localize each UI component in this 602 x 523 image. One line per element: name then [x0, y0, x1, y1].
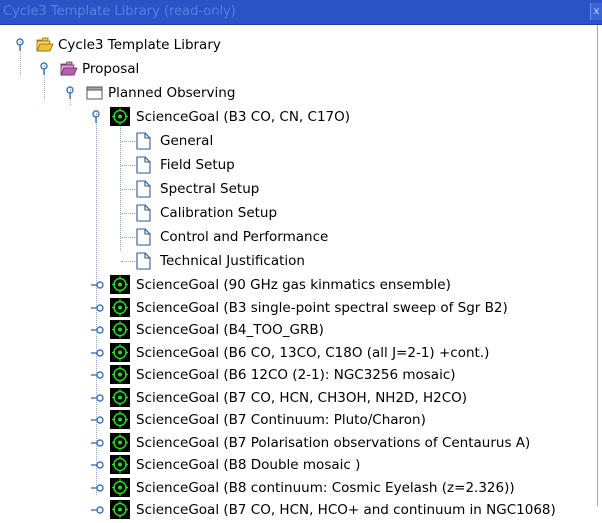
tree-collapsed-handle-icon[interactable]: [90, 323, 104, 337]
tree-node-science-goal[interactable]: ScienceGoal (B7 Polarisation observation…: [0, 431, 602, 455]
tree-node-label: ScienceGoal (B7 Polarisation observation…: [136, 434, 531, 451]
tree-node-page[interactable]: General: [0, 129, 602, 153]
tree-node-planned-observing[interactable]: Planned Observing: [0, 81, 602, 105]
tree-node-page[interactable]: Technical Justification: [0, 249, 602, 273]
tree-node-page[interactable]: Calibration Setup: [0, 201, 602, 225]
proposal-folder-icon: [60, 61, 78, 80]
tree-collapsed-handle-icon[interactable]: [90, 436, 104, 450]
tree-node-science-goal[interactable]: ScienceGoal (B8 continuum: Cosmic Eyelas…: [0, 476, 602, 500]
tree-expanded-handle-icon[interactable]: [13, 38, 27, 52]
tree-node-science-goal[interactable]: ScienceGoal (B8 Double mosaic ): [0, 453, 602, 477]
science-goal-icon: [110, 500, 130, 523]
tree-node-label: ScienceGoal (90 GHz gas kinmatics ensemb…: [136, 277, 451, 293]
tree-connector: [121, 141, 135, 142]
tree-expanded-handle-icon[interactable]: [63, 86, 77, 100]
tree-node-proposal[interactable]: Proposal: [0, 57, 602, 81]
tree-node-page[interactable]: Spectral Setup: [0, 177, 602, 201]
tree-expanded-handle-icon[interactable]: [37, 62, 51, 76]
template-tree[interactable]: Cycle3 Template Library Proposal Planned…: [0, 25, 602, 519]
tree-connector: [121, 213, 135, 214]
tree-node-label: Control and Performance: [160, 229, 329, 245]
tree-node-label: Spectral Setup: [160, 181, 260, 197]
document-icon: [136, 252, 151, 274]
tree-expanded-handle-icon[interactable]: [89, 110, 103, 124]
tree-node-label: ScienceGoal (B3 CO, CN, C17O): [136, 109, 351, 125]
tree-connector: [121, 237, 135, 238]
document-icon: [136, 228, 151, 250]
tree-node-label: ScienceGoal (B4_TOO_GRB): [136, 322, 324, 338]
open-folder-icon: [86, 85, 104, 104]
scrollbar-edge[interactable]: [597, 25, 602, 506]
tree-connector: [121, 261, 135, 262]
tree-node-label: Calibration Setup: [160, 205, 278, 221]
tree-collapsed-handle-icon[interactable]: [90, 301, 104, 315]
tree-node-label: Field Setup: [160, 157, 235, 173]
document-icon: [136, 156, 151, 178]
tree-collapsed-handle-icon[interactable]: [90, 413, 104, 427]
tree-collapsed-handle-icon[interactable]: [90, 481, 104, 495]
tree-node-root[interactable]: Cycle3 Template Library: [0, 33, 602, 57]
document-icon: [136, 204, 151, 226]
title-bar[interactable]: Cycle3 Template Library (read-only) x: [0, 0, 602, 25]
tree-connector: [121, 189, 135, 190]
tree-node-science-goal[interactable]: ScienceGoal (B4_TOO_GRB): [0, 318, 602, 342]
open-folder-icon: [36, 37, 54, 56]
window-title: Cycle3 Template Library (read-only): [3, 4, 236, 19]
tree-node-label: ScienceGoal (B7 CO, HCN, CH3OH, NH2D, H2…: [136, 389, 468, 406]
tree-collapsed-handle-icon[interactable]: [90, 503, 104, 517]
tree-collapsed-handle-icon[interactable]: [90, 368, 104, 382]
tree-node-label: General: [160, 133, 214, 149]
tree-node-label: ScienceGoal (B6 12CO (2-1): NGC3256 mosa…: [136, 367, 456, 383]
close-button[interactable]: x: [590, 3, 602, 20]
tree-node-label: Proposal: [82, 61, 140, 77]
tree-node-science-goal[interactable]: ScienceGoal (90 GHz gas kinmatics ensemb…: [0, 273, 602, 297]
tree-node-science-goal-expanded[interactable]: ScienceGoal (B3 CO, CN, C17O): [0, 105, 602, 129]
tree-node-page[interactable]: Field Setup: [0, 153, 602, 177]
tree-node-label: ScienceGoal (B8 continuum: Cosmic Eyelas…: [136, 479, 515, 496]
tree-node-page[interactable]: Control and Performance: [0, 225, 602, 249]
science-goal-icon: [110, 107, 130, 130]
tree-node-science-goal[interactable]: ScienceGoal (B7 CO, HCN, HCO+ and contin…: [0, 498, 602, 522]
tree-node-label: Planned Observing: [108, 85, 236, 101]
tree-collapsed-handle-icon[interactable]: [90, 278, 104, 292]
tree-node-science-goal[interactable]: ScienceGoal (B3 single-point spectral sw…: [0, 296, 602, 320]
tree-collapsed-handle-icon[interactable]: [90, 346, 104, 360]
document-icon: [136, 180, 151, 202]
tree-node-label: Cycle3 Template Library: [58, 37, 221, 53]
tree-node-science-goal[interactable]: ScienceGoal (B6 12CO (2-1): NGC3256 mosa…: [0, 363, 602, 387]
tree-node-science-goal[interactable]: ScienceGoal (B6 CO, 13CO, C18O (all J=2-…: [0, 341, 602, 365]
tree-node-science-goal[interactable]: ScienceGoal (B7 CO, HCN, CH3OH, NH2D, H2…: [0, 386, 602, 410]
tree-node-label: ScienceGoal (B8 Double mosaic ): [136, 457, 361, 473]
tree-collapsed-handle-icon[interactable]: [90, 391, 104, 405]
tree-node-label: ScienceGoal (B7 CO, HCN, HCO+ and contin…: [136, 502, 556, 518]
tree-node-label: ScienceGoal (B3 single-point spectral sw…: [136, 299, 508, 316]
tree-collapsed-handle-icon[interactable]: [90, 458, 104, 472]
tree-node-label: Technical Justification: [160, 253, 305, 269]
document-icon: [136, 132, 151, 154]
tree-node-science-goal[interactable]: ScienceGoal (B7 Continuum: Pluto/Charon): [0, 408, 602, 432]
tree-node-label: ScienceGoal (B7 Continuum: Pluto/Charon): [136, 412, 426, 428]
tree-node-label: ScienceGoal (B6 CO, 13CO, C18O (all J=2-…: [136, 344, 490, 361]
tree-connector: [121, 165, 135, 166]
